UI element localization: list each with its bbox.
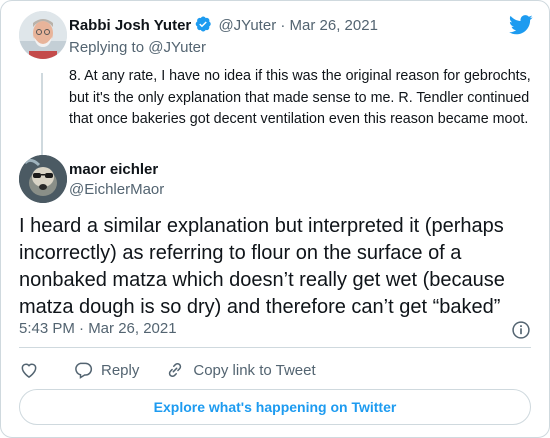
replying-to[interactable]: Replying to @JYuter (69, 39, 206, 56)
copy-link-label: Copy link to Tweet (193, 361, 316, 379)
avatar-photo-icon (19, 11, 67, 59)
parent-tweet-text: 8. At any rate, I have no idea if this w… (69, 68, 531, 127)
parent-header: Rabbi Josh Yuter @JYuter · Mar 26, 2021 (69, 15, 378, 34)
link-icon (169, 362, 182, 378)
reply-tweet-text: I heard a similar explanation but interp… (19, 215, 505, 318)
divider (19, 347, 531, 348)
reply-author-name[interactable]: maor eichler (69, 161, 158, 178)
copy-link-button[interactable]: Copy link to Tweet (165, 360, 316, 380)
parent-author-name[interactable]: Rabbi Josh Yuter (69, 17, 191, 34)
verified-badge-icon (195, 16, 211, 32)
explore-button[interactable]: Explore what's happening on Twitter (19, 389, 531, 425)
heart-icon (21, 363, 37, 378)
like-button[interactable] (19, 360, 47, 380)
avatar-photo-icon (19, 155, 67, 203)
reply-avatar[interactable] (19, 155, 67, 203)
reply-button[interactable]: Reply (73, 360, 139, 380)
parent-avatar[interactable] (19, 11, 67, 59)
parent-author-handle[interactable]: @JYuter (218, 17, 276, 34)
action-bar: Reply Copy link to Tweet (19, 359, 342, 381)
reply-label: Reply (101, 361, 140, 379)
parent-date[interactable]: · Mar 26, 2021 (280, 17, 378, 34)
twitter-bird-icon[interactable] (509, 15, 533, 35)
tweet-embed-card: Rabbi Josh Yuter @JYuter · Mar 26, 2021 … (0, 0, 550, 438)
comment-icon (75, 362, 93, 379)
reply-timestamp[interactable]: 5:43 PM · Mar 26, 2021 (19, 320, 177, 337)
reply-author-handle[interactable]: @EichlerMaor (69, 181, 164, 198)
info-icon[interactable] (511, 320, 531, 340)
thread-connector-line (41, 73, 43, 163)
